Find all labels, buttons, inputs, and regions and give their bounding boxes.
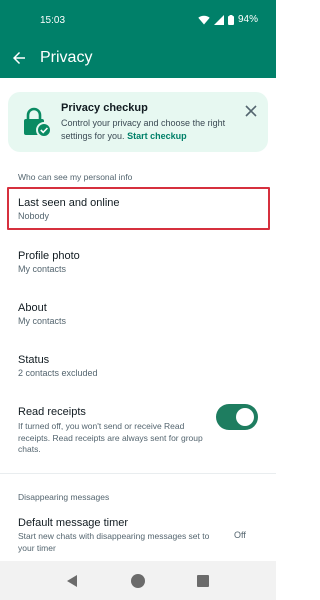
toggle-knob bbox=[236, 408, 254, 426]
status-time: 15:03 bbox=[40, 15, 66, 26]
read-receipts-toggle[interactable] bbox=[216, 404, 258, 430]
recents-square-icon[interactable] bbox=[195, 573, 211, 589]
setting-value: 2 contacts excluded bbox=[18, 368, 98, 378]
setting-label: Default message timer bbox=[18, 517, 129, 529]
home-circle-icon[interactable] bbox=[130, 573, 146, 589]
start-checkup-link[interactable]: Start checkup bbox=[127, 131, 187, 141]
checkup-description: Control your privacy and choose the righ… bbox=[61, 117, 251, 143]
setting-label: Profile photo bbox=[18, 250, 80, 262]
checkup-title: Privacy checkup bbox=[61, 102, 148, 114]
timer-description: Start new chats with disappearing messag… bbox=[18, 531, 210, 553]
setting-last-seen[interactable]: Last seen and online Nobody bbox=[0, 189, 276, 229]
back-triangle-icon[interactable] bbox=[64, 573, 80, 589]
app-bar: Privacy bbox=[0, 40, 276, 78]
status-bar: 15:03 94% bbox=[0, 0, 276, 40]
setting-about[interactable]: About My contacts bbox=[0, 294, 276, 332]
setting-value: My contacts bbox=[18, 264, 67, 274]
setting-value: My contacts bbox=[18, 316, 67, 326]
battery-percent: 94% bbox=[237, 14, 258, 25]
section-header-personal-info: Who can see my personal info bbox=[18, 172, 133, 182]
setting-label: Read receipts bbox=[18, 406, 86, 418]
read-receipts-description: If turned off, you won't send or receive… bbox=[18, 421, 203, 454]
setting-status[interactable]: Status 2 contacts excluded bbox=[0, 346, 276, 384]
timer-value: Off bbox=[234, 530, 246, 540]
privacy-checkup-card[interactable]: Privacy checkup Control your privacy and… bbox=[8, 92, 268, 152]
battery-icon bbox=[227, 14, 234, 25]
setting-profile-photo[interactable]: Profile photo My contacts bbox=[0, 242, 276, 280]
close-icon[interactable] bbox=[244, 104, 258, 118]
status-icons: 94% bbox=[198, 14, 258, 25]
arrow-left-icon[interactable] bbox=[10, 49, 28, 67]
wifi-icon bbox=[198, 15, 210, 24]
lock-check-icon bbox=[24, 107, 52, 138]
setting-label: Last seen and online bbox=[18, 197, 120, 209]
nav-bar bbox=[0, 561, 276, 600]
setting-label: About bbox=[18, 302, 47, 314]
section-header-disappearing: Disappearing messages bbox=[18, 492, 110, 502]
signal-icon bbox=[213, 14, 224, 25]
page-title: Privacy bbox=[40, 49, 93, 66]
divider bbox=[0, 473, 276, 474]
setting-label: Status bbox=[18, 354, 50, 366]
setting-value: Nobody bbox=[18, 211, 50, 221]
